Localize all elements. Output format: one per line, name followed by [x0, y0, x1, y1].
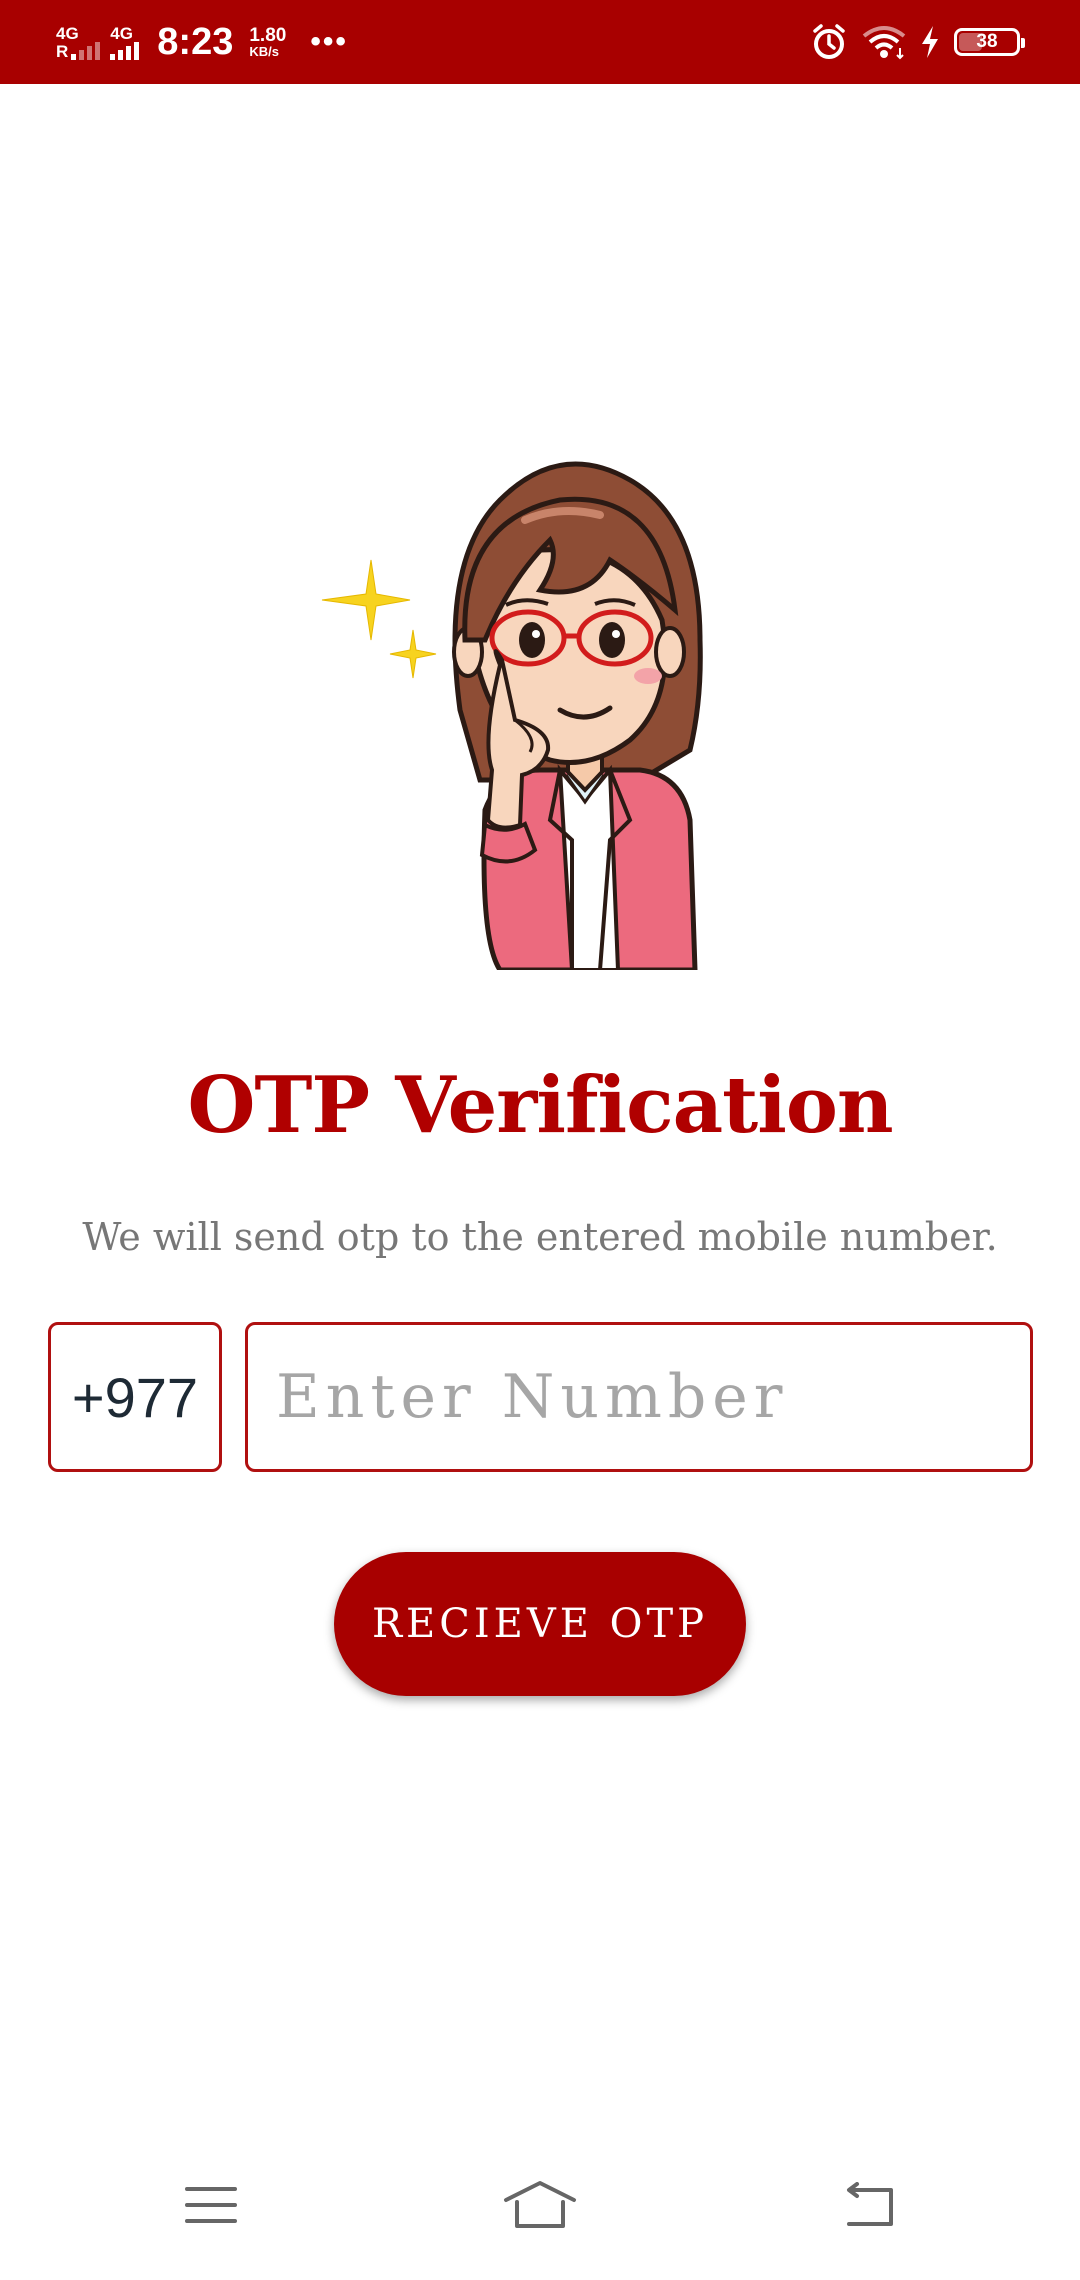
- wifi-icon: [862, 26, 906, 60]
- page-subtitle: We will send otp to the entered mobile n…: [82, 1215, 998, 1259]
- charging-icon: [922, 26, 938, 58]
- battery-icon: 38: [954, 28, 1025, 56]
- network-speed: 1.80 KB/s: [249, 25, 287, 59]
- status-left: 4G R 4G 8:23 1.80 KB/s •••: [56, 14, 348, 70]
- signal-icon: [71, 41, 101, 60]
- woman-with-glasses-illustration: [321, 461, 703, 970]
- back-button[interactable]: [824, 2170, 914, 2240]
- alarm-icon: [813, 24, 845, 59]
- network-indicator-2: 4G: [110, 23, 140, 60]
- menu-icon: [185, 2187, 237, 2223]
- page-title: OTP Verification: [187, 1060, 893, 1151]
- network-indicator-1: 4G R: [56, 23, 101, 61]
- status-time: 8:23: [157, 20, 234, 63]
- phone-number-input[interactable]: [245, 1322, 1033, 1472]
- more-notifications-icon: •••: [310, 25, 348, 58]
- status-right: 38: [810, 20, 1025, 64]
- country-code-box[interactable]: +977: [48, 1322, 222, 1472]
- signal-icon: [110, 41, 140, 60]
- status-bar: 4G R 4G 8:23 1.80 KB/s ••• 38: [0, 0, 1080, 84]
- roaming-label: R: [56, 41, 69, 61]
- navigation-bar: [0, 2130, 1080, 2280]
- network-type-label: 4G: [110, 23, 133, 43]
- home-button[interactable]: [495, 2170, 585, 2240]
- network-type-label: 4G: [56, 23, 79, 43]
- receive-otp-button[interactable]: RECIEVE OTP: [334, 1552, 746, 1696]
- home-icon: [504, 2181, 576, 2228]
- back-icon: [847, 2182, 893, 2226]
- battery-percent: 38: [976, 31, 998, 52]
- menu-button[interactable]: [166, 2170, 256, 2240]
